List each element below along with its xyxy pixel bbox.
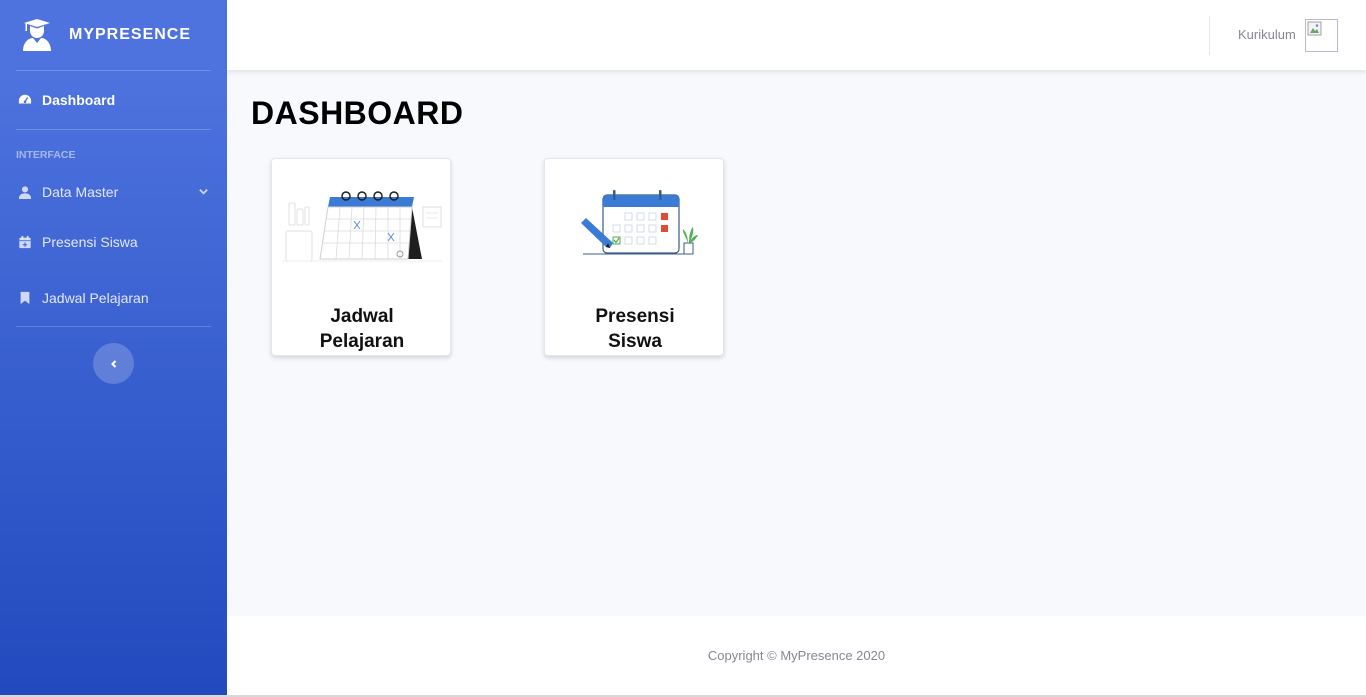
calendar-plus-icon	[19, 235, 31, 249]
sidebar-item-label: Presensi Siswa	[42, 234, 138, 250]
brand-name: MYPRESENCE	[69, 26, 192, 43]
sidebar-divider	[16, 326, 211, 327]
card-presensi-siswa[interactable]: Presensi Siswa	[544, 158, 724, 356]
sidebar-heading: INTERFACE	[16, 149, 76, 161]
tachometer-icon	[18, 94, 32, 104]
brand-link[interactable]: MYPRESENCE	[0, 0, 227, 70]
broken-image-icon	[1307, 21, 1322, 36]
user-icon	[18, 186, 32, 199]
sidebar-item-label: Jadwal Pelajaran	[42, 290, 149, 306]
topbar: Kurikulum	[227, 0, 1366, 70]
chevron-down-icon	[199, 189, 208, 195]
topbar-divider	[1209, 16, 1210, 55]
chevron-left-icon	[110, 359, 116, 368]
sidebar-item-dashboard[interactable]: Dashboard	[0, 71, 227, 129]
card-label: Presensi Siswa	[595, 306, 675, 352]
user-graduate-icon	[23, 19, 51, 51]
sidebar-item-label: Data Master	[42, 184, 119, 200]
sidebar-item-presensi-siswa[interactable]: Presensi Siswa	[0, 214, 227, 270]
sidebar-item-data-master[interactable]: Data Master	[0, 170, 227, 214]
page-title: DASHBOARD	[251, 95, 464, 131]
footer: Copyright © MyPresence 2020	[227, 616, 1366, 695]
schedule-calendar-illustration	[282, 191, 442, 262]
attendance-calendar-illustration	[581, 190, 698, 255]
sidebar-item-label: Dashboard	[42, 92, 116, 108]
card-label: Jadwal Pelajaran	[319, 306, 405, 352]
copyright-text: Copyright © MyPresence 2020	[707, 648, 886, 663]
avatar[interactable]	[1305, 19, 1338, 52]
sidebar: MYPRESENCE Dashboard INTERFACE Data Mast…	[0, 0, 227, 695]
card-jadwal-pelajaran[interactable]: Jadwal Pelajaran	[271, 158, 451, 356]
bookmark-icon	[20, 291, 30, 305]
user-name[interactable]: Kurikulum	[1238, 27, 1296, 42]
sidebar-toggle-button[interactable]	[93, 343, 134, 384]
sidebar-item-jadwal-pelajaran[interactable]: Jadwal Pelajaran	[0, 270, 227, 326]
